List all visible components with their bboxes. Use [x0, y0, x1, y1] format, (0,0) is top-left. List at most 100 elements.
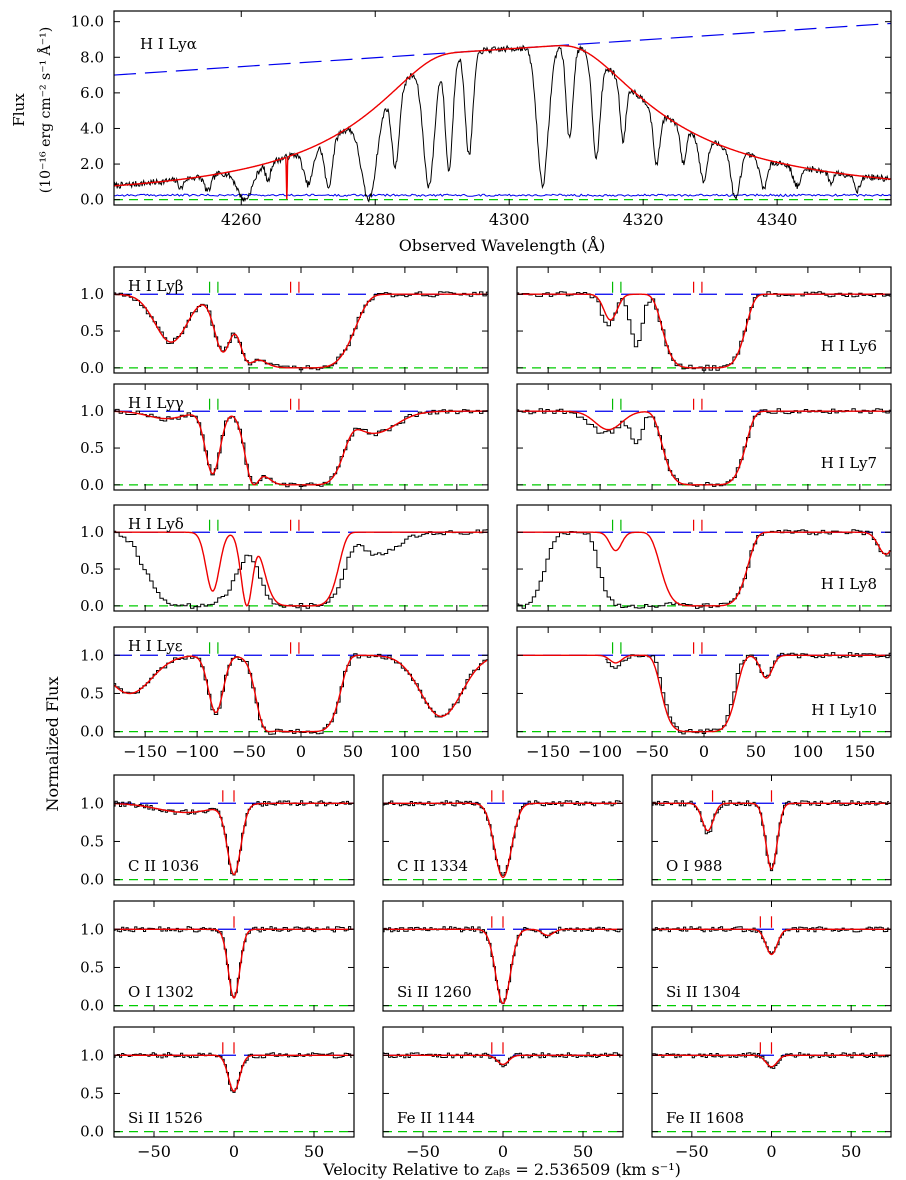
spectrum-data: [605, 652, 891, 735]
xtick-label: 4280: [355, 210, 396, 229]
xtick-label: 50: [841, 1142, 861, 1161]
xtick-label: 0: [766, 1142, 776, 1161]
ytick-label: 8.0: [80, 48, 104, 66]
ly8-frame: [516, 504, 892, 612]
ytick-label: 1.0: [80, 523, 104, 541]
panel-fe2_1144: −50 0 50 Fe II 1144: [382, 1026, 624, 1161]
panel-lyg: 0.0 0.5 1.0 H I Lyγ: [80, 383, 489, 494]
xtick-label: 150: [442, 742, 473, 761]
ytick-label: 0.0: [80, 871, 104, 889]
panel-label: H I Lyγ: [128, 394, 184, 412]
ytick-label: 1.0: [80, 1046, 104, 1064]
spectrum-data: [517, 529, 891, 609]
panel-si2_1260: Si II 1260: [382, 900, 624, 1012]
spectrum-data: [114, 291, 488, 371]
xtick-label: −150: [123, 742, 167, 761]
panel-title: H I Lyα: [140, 35, 197, 53]
panel-label: H I Ly10: [811, 701, 877, 719]
xtick-label: 50: [343, 742, 363, 761]
ytick-label: 6.0: [80, 84, 104, 102]
xtick-label: −100: [175, 742, 219, 761]
panel-lye: −150 −100 −50 0 50 100 150 0.0 0.5 1.0 H I Lyε: [80, 626, 489, 761]
xtick-label: 4320: [623, 210, 664, 229]
spectrum-data: [517, 408, 891, 487]
xtick-label: −100: [578, 742, 622, 761]
top-ylabel-units: (10⁻¹⁶ erg cm⁻² s⁻¹ Å⁻¹): [36, 27, 54, 194]
ytick-label: 0.0: [80, 476, 104, 494]
top-ylabel-flux: Flux: [10, 93, 28, 127]
normalized-flux-ylabel: Normalized Flux: [43, 677, 62, 812]
panel-label: C II 1036: [128, 857, 199, 875]
model-fit: [517, 654, 891, 733]
ytick-label: 0.0: [80, 597, 104, 615]
ytick-label: 0.5: [80, 684, 104, 702]
panel-ly10: −150 −100 −50 0 50 100 150 H I Ly10: [516, 626, 892, 761]
ytick-label: 2.0: [80, 155, 104, 173]
xtick-label: −150: [526, 742, 570, 761]
ytick-label: 0.5: [80, 439, 104, 457]
xtick-label: 0: [229, 1142, 239, 1161]
ly7-frame: [516, 383, 892, 491]
xtick-label: 50: [304, 1142, 324, 1161]
spectrum-data: [517, 291, 891, 371]
ytick-label: 0.5: [80, 560, 104, 578]
error-spectrum: [114, 193, 891, 198]
ytick-label: 0.0: [80, 191, 104, 209]
xtick-label: 50: [573, 1142, 593, 1161]
panel-label: Fe II 1608: [666, 1109, 744, 1127]
xtick-label: −50: [137, 1142, 171, 1161]
ytick-label: 4.0: [80, 119, 104, 137]
panel-label: Si II 1260: [397, 983, 472, 1001]
xtick-label: 0: [699, 742, 709, 761]
model-fit: [114, 1054, 354, 1092]
ytick-label: 0.0: [80, 997, 104, 1015]
model-fit: [517, 531, 891, 607]
panel-si2_1526: −50 0 50 0.0 0.5 1.0 Si II 1526: [80, 1026, 355, 1161]
panel-c2_1334: C II 1334: [382, 774, 624, 886]
spectrum-data: [114, 1052, 352, 1093]
ytick-label: 1.0: [80, 285, 104, 303]
panel-label: O I 1302: [128, 983, 194, 1001]
panel-label: C II 1334: [397, 857, 468, 875]
panel-lyb: 0.0 0.5 1.0 H I Lyβ: [80, 266, 489, 377]
panel-label: H I Ly8: [821, 575, 877, 593]
ytick-label: 1.0: [80, 646, 104, 664]
xtick-label: 4300: [489, 210, 530, 229]
xtick-label: 100: [793, 742, 824, 761]
panel-o1_988: O I 988: [651, 774, 892, 886]
panel-lya: 4260 4280 4300 4320 4340 0.0 2.0 4.0 6.0 8.0 10.0 H…: [71, 10, 892, 229]
ytick-label: 0.5: [80, 322, 104, 340]
xtick-label: −50: [232, 742, 266, 761]
ytick-label: 1.0: [80, 794, 104, 812]
model-fit: [114, 654, 488, 733]
xtick-label: 0: [296, 742, 306, 761]
spectrum-data: [652, 926, 889, 954]
panel-si2_1304: Si II 1304: [651, 900, 892, 1012]
ytick-label: 10.0: [71, 13, 104, 31]
xtick-label: 0: [498, 1142, 508, 1161]
xtick-label: −50: [406, 1142, 440, 1161]
model-fit: [114, 410, 488, 486]
spectrum-data: [114, 529, 488, 609]
model-fit: [517, 410, 891, 486]
figure: 4260 4280 4300 4320 4340 0.0 2.0 4.0 6.0 8.0 10.0 H…: [10, 10, 892, 1179]
xtick-label: 4260: [221, 210, 262, 229]
model-fit: [652, 1054, 891, 1068]
spectrum-data: [114, 653, 488, 735]
xtick-label: 50: [746, 742, 766, 761]
panel-lyd: 0.0 0.5 1.0 H I Lyδ: [80, 504, 489, 615]
panel-label: H I Lyε: [128, 637, 183, 655]
xtick-label: 100: [390, 742, 421, 761]
model-fit: [114, 293, 488, 369]
panel-label: H I Ly6: [821, 337, 877, 355]
panel-ly7: H I Ly7: [516, 383, 892, 491]
panel-c2_1036: 0.0 0.5 1.0 C II 1036: [80, 774, 355, 889]
xtick-label: 4340: [757, 210, 798, 229]
spectrum-data: [114, 408, 488, 488]
xtick-label: −50: [675, 1142, 709, 1161]
ytick-label: 0.5: [80, 832, 104, 850]
panel-label: H I Lyδ: [128, 515, 184, 533]
panel-label: Si II 1526: [128, 1109, 203, 1127]
model-fit: [652, 928, 891, 956]
ly6-frame: [516, 266, 892, 374]
